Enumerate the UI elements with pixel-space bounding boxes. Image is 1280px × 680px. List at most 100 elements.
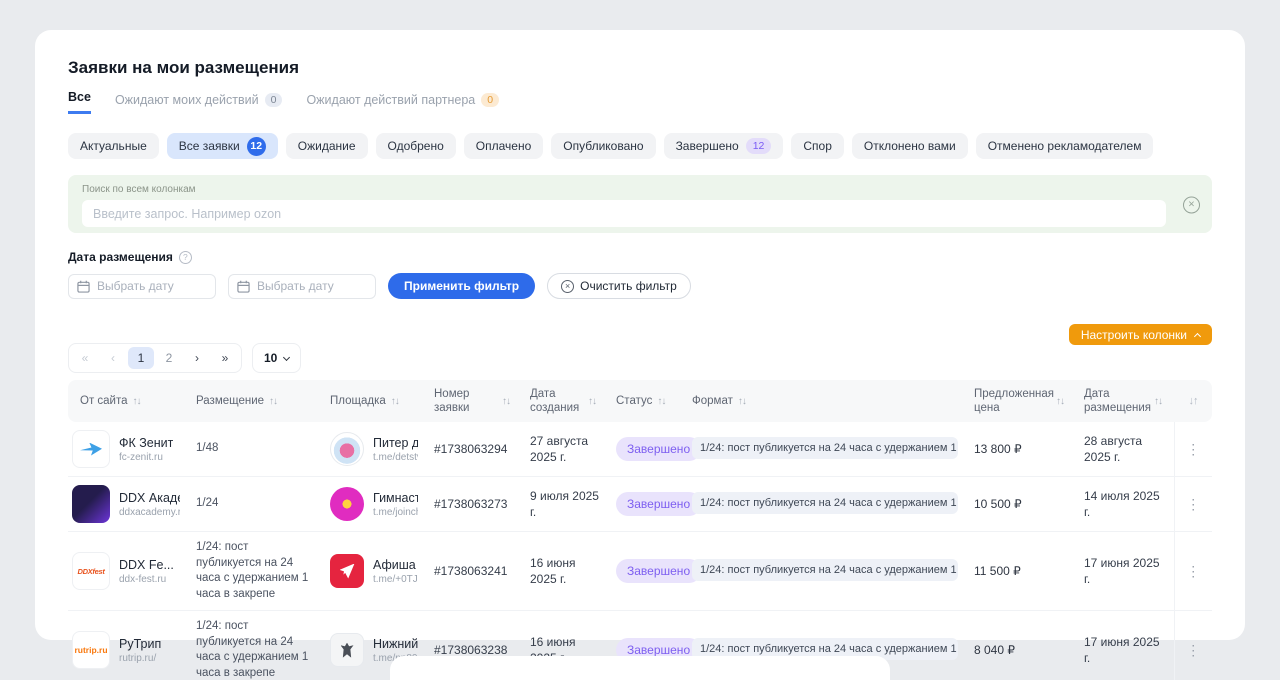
search-clear-icon[interactable]: × bbox=[1183, 195, 1200, 214]
apply-filter-button[interactable]: Применить фильтр bbox=[388, 273, 535, 299]
kebab-menu-icon[interactable]: ⋮ bbox=[1186, 563, 1200, 579]
filter-chip[interactable]: Актуальные bbox=[68, 133, 159, 159]
format-badge: 1/24: пост публикуется на 24 часа с удер… bbox=[692, 559, 958, 581]
created-date: 9 июля 2025 г. bbox=[530, 488, 600, 520]
filter-chip[interactable]: Отменено рекламодателем bbox=[976, 133, 1154, 159]
offered-price: 13 800 ₽ bbox=[974, 442, 1022, 456]
date-filter-header: Дата размещения ? bbox=[68, 250, 1212, 264]
tab-badge: 0 bbox=[265, 93, 283, 108]
platform-name: Гимнастик... bbox=[373, 491, 418, 505]
filter-chip[interactable]: Оплачено bbox=[464, 133, 543, 159]
pagination-next[interactable]: › bbox=[184, 347, 210, 369]
page-2[interactable]: 2 bbox=[156, 347, 182, 369]
status-badge: Завершено bbox=[616, 437, 701, 461]
pagination-last[interactable]: » bbox=[212, 347, 238, 369]
table-row[interactable]: ФК Зенит fc-zenit.ru 1/48 Питер для ... … bbox=[68, 422, 1212, 477]
site-url: rutrip.ru/ bbox=[119, 653, 161, 664]
date-from-field[interactable] bbox=[68, 274, 216, 299]
sort-icon[interactable]: ↑↓ bbox=[391, 396, 399, 407]
tab-awaiting-my-actions[interactable]: Ожидают моих действий 0 bbox=[115, 93, 283, 115]
pagination-prev[interactable]: ‹ bbox=[100, 347, 126, 369]
page-size-select[interactable]: 10 bbox=[252, 343, 301, 373]
created-date: 27 августа 2025 г. bbox=[530, 433, 600, 465]
site-name: РуТрип bbox=[119, 637, 161, 651]
format-badge: 1/24: пост публикуется на 24 часа с удер… bbox=[692, 492, 958, 514]
filter-chip[interactable]: Ожидание bbox=[286, 133, 368, 159]
filter-chip[interactable]: Опубликовано bbox=[551, 133, 655, 159]
placement-date: 17 июня 2025 г. bbox=[1084, 634, 1166, 666]
table-header-row: От сайта↑↓ Размещение↑↓ Площадка↑↓ Номер… bbox=[68, 380, 1212, 422]
format-badge: 1/24: пост публикуется на 24 часа с удер… bbox=[692, 437, 958, 459]
tab-awaiting-partner-actions[interactable]: Ожидают действий партнера 0 bbox=[306, 93, 499, 115]
platform-name: Питер для ... bbox=[373, 436, 418, 450]
placement-info: 1/24: пост публикуется на 24 часа с удер… bbox=[196, 619, 314, 680]
calendar-icon bbox=[77, 280, 90, 293]
placement-info: 1/24: пост публикуется на 24 часа с удер… bbox=[196, 540, 314, 602]
table-row[interactable]: DDXfest DDX Fe... ddx-fest.ru 1/24: пост… bbox=[68, 532, 1212, 611]
date-filter-row: Применить фильтр × Очистить фильтр bbox=[68, 273, 1212, 299]
col-format: Формат bbox=[692, 395, 733, 407]
table-body: ФК Зенит fc-zenit.ru 1/48 Питер для ... … bbox=[68, 422, 1212, 680]
info-icon[interactable]: ? bbox=[179, 251, 192, 264]
col-placement: Размещение bbox=[196, 395, 264, 407]
calendar-icon bbox=[237, 280, 250, 293]
search-input[interactable] bbox=[82, 200, 1166, 227]
pagination-first[interactable]: « bbox=[72, 347, 98, 369]
table-toolbar: Настроить колонки « ‹ 1 2 › » 10 bbox=[68, 324, 1212, 373]
offered-price: 8 040 ₽ bbox=[974, 643, 1015, 657]
site-url: ddxacademy.ru/ bbox=[119, 507, 180, 518]
column-sort-settings-icon[interactable]: ↓↑ bbox=[1189, 395, 1198, 407]
tabs: Все Ожидают моих действий 0 Ожидают дейс… bbox=[68, 90, 1212, 114]
chip-badge: 12 bbox=[746, 138, 772, 154]
filter-chip[interactable]: Все заявки12 bbox=[167, 133, 278, 159]
filter-chip[interactable]: Отклонено вами bbox=[852, 133, 968, 159]
kebab-menu-icon[interactable]: ⋮ bbox=[1186, 642, 1200, 658]
date-to-input[interactable] bbox=[257, 279, 367, 293]
request-number: #1738063294 bbox=[434, 442, 507, 456]
platform-avatar bbox=[330, 487, 364, 521]
offered-price: 11 500 ₽ bbox=[974, 564, 1021, 578]
filter-chip[interactable]: Завершено12 bbox=[664, 133, 784, 159]
filter-chip[interactable]: Одобрено bbox=[376, 133, 456, 159]
sort-icon[interactable]: ↑↓ bbox=[133, 396, 141, 407]
pagination-group: « ‹ 1 2 › » bbox=[68, 343, 242, 373]
site-name: DDX Fe... bbox=[119, 558, 174, 572]
sort-icon[interactable]: ↑↓ bbox=[738, 396, 746, 407]
date-from-input[interactable] bbox=[97, 279, 207, 293]
placement-date: 28 августа 2025 г. bbox=[1084, 433, 1166, 465]
sort-icon[interactable]: ↑↓ bbox=[588, 396, 596, 407]
search-label: Поиск по всем колонкам bbox=[82, 184, 1198, 195]
site-logo bbox=[72, 485, 110, 523]
site-logo: rutrip.ru bbox=[72, 631, 110, 669]
sort-icon[interactable]: ↑↓ bbox=[502, 396, 510, 407]
filter-chip[interactable]: Спор bbox=[791, 133, 844, 159]
status-filter-chips: Актуальные Все заявки12 Ожидание Одобрено Оп… bbox=[68, 133, 1212, 159]
kebab-menu-icon[interactable]: ⋮ bbox=[1186, 441, 1200, 457]
placement-info: 1/24 bbox=[196, 496, 314, 512]
sort-icon[interactable]: ↑↓ bbox=[1154, 396, 1162, 407]
platform-url: t.me/joinchat/L2... bbox=[373, 507, 418, 518]
date-to-field[interactable] bbox=[228, 274, 376, 299]
kebab-menu-icon[interactable]: ⋮ bbox=[1186, 496, 1200, 512]
tab-all[interactable]: Все bbox=[68, 90, 91, 114]
configure-columns-button[interactable]: Настроить колонки bbox=[1069, 324, 1212, 345]
platform-name: Афиша | М... bbox=[373, 558, 418, 572]
placement-date: 17 июня 2025 г. bbox=[1084, 555, 1166, 587]
platform-url: t.me/detstvo_spb bbox=[373, 452, 418, 463]
pagination: « ‹ 1 2 › » 10 bbox=[68, 343, 301, 373]
col-from-site: От сайта bbox=[80, 395, 128, 407]
sort-icon[interactable]: ↑↓ bbox=[1056, 396, 1064, 407]
platform-avatar bbox=[330, 633, 364, 667]
sort-icon[interactable]: ↑↓ bbox=[657, 396, 665, 407]
request-number: #1738063241 bbox=[434, 564, 507, 578]
chip-badge: 12 bbox=[247, 137, 266, 156]
table-row[interactable]: DDX Академия ddxacademy.ru/ 1/24 Гимнаст… bbox=[68, 477, 1212, 532]
placement-info: 1/48 bbox=[196, 441, 314, 457]
chevron-up-icon bbox=[1194, 332, 1201, 339]
date-filter-label: Дата размещения bbox=[68, 250, 173, 264]
tab-badge: 0 bbox=[481, 93, 499, 108]
site-url: ddx-fest.ru bbox=[119, 574, 174, 585]
sort-icon[interactable]: ↑↓ bbox=[269, 396, 277, 407]
clear-filter-button[interactable]: × Очистить фильтр bbox=[547, 273, 691, 299]
page-1[interactable]: 1 bbox=[128, 347, 154, 369]
